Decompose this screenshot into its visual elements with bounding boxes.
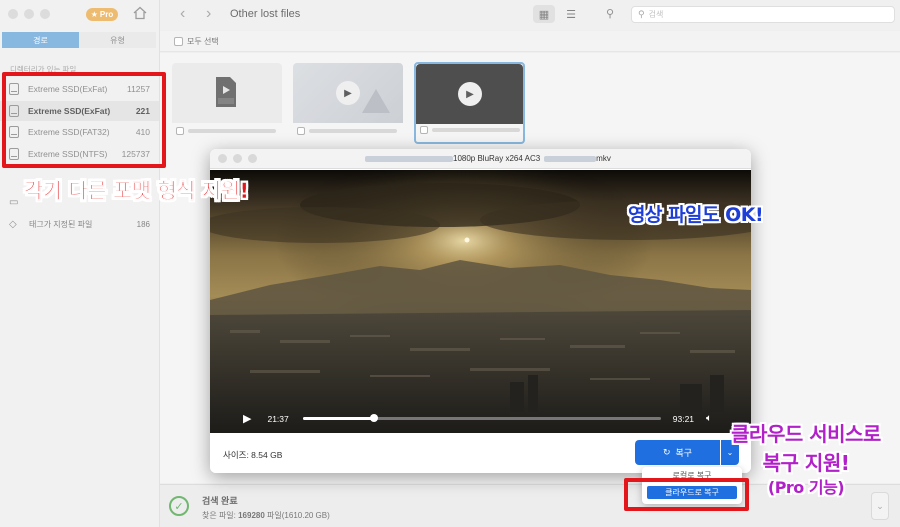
- filename-middle: 1080p BluRay x264 AC3: [453, 154, 541, 163]
- video-controls: ▶ 21:37 93:21 🔈︎: [210, 404, 751, 433]
- annotation-cloud-line2: 복구 지원!: [762, 451, 850, 475]
- maximize-preview-button[interactable]: [248, 154, 257, 163]
- seek-fill: [302, 417, 375, 420]
- current-time: 21:37: [267, 413, 289, 424]
- video-preview-window: 1080p BluRay x264 AC3 mkv ▶ 21:37 93:21 …: [210, 149, 751, 473]
- seek-handle[interactable]: [370, 414, 379, 422]
- annotation-video-ok: 영상 파일도 OK!: [628, 204, 764, 226]
- preview-window-controls: [218, 154, 257, 163]
- annotation-formats: 각기 다른 포맷 형식 지원!: [24, 179, 249, 203]
- preview-title-bar: 1080p BluRay x264 AC3 mkv: [210, 149, 751, 169]
- file-size-label: 사이즈: 8.54 GB: [223, 450, 283, 460]
- filename-redacted: [544, 155, 597, 162]
- volume-icon[interactable]: 🔈︎: [706, 413, 712, 424]
- total-time: 93:21: [672, 413, 695, 424]
- play-icon[interactable]: ▶: [243, 412, 251, 425]
- video-seek-bar[interactable]: [302, 414, 661, 422]
- annotation-cloud-line3: (Pro 기능): [767, 478, 845, 497]
- close-preview-button[interactable]: [218, 154, 227, 163]
- annotation-box-formats: [2, 72, 166, 168]
- preview-file-title: 1080p BluRay x264 AC3 mkv: [365, 154, 611, 163]
- annotation-cloud: 클라우드 서비스로 복구 지원! (Pro 기능): [716, 420, 896, 498]
- recover-button[interactable]: ↻ 복구: [635, 440, 720, 465]
- annotation-cloud-line1: 클라우드 서비스로: [731, 422, 881, 446]
- minimize-preview-button[interactable]: [233, 154, 242, 163]
- recover-label: 복구: [675, 448, 693, 458]
- filename-extension: mkv: [596, 154, 611, 163]
- recover-icon: ↻: [662, 447, 671, 457]
- filename-redacted: [365, 155, 453, 162]
